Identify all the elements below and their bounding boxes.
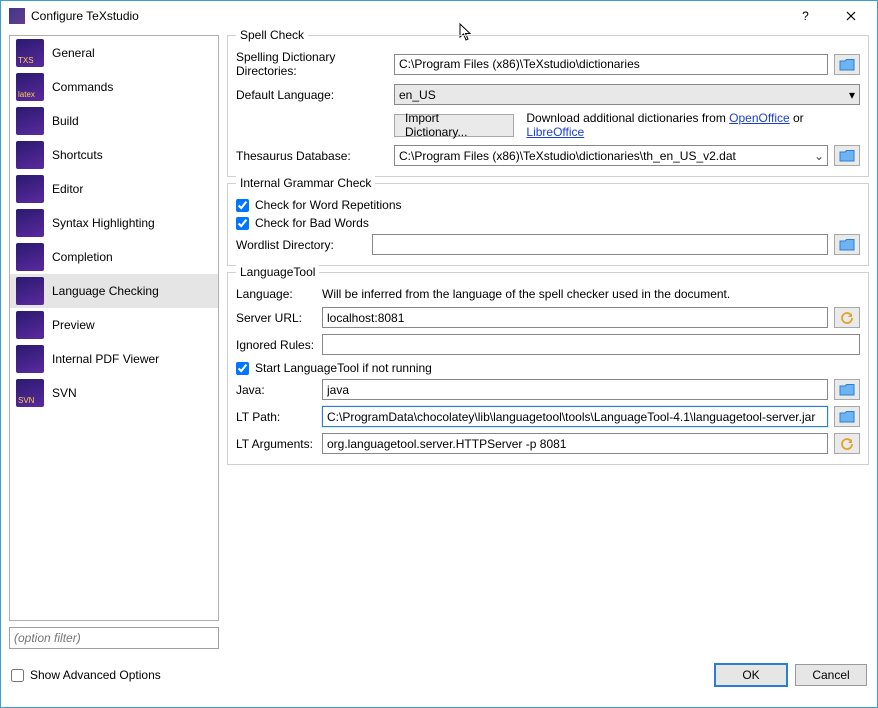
browse-java-button[interactable] [834,379,860,400]
wordlist-dir-label: Wordlist Directory: [236,238,366,252]
cancel-button[interactable]: Cancel [795,664,867,686]
import-dictionary-button[interactable]: Import Dictionary... [394,114,514,137]
build-icon [16,107,44,135]
help-button[interactable]: ? [783,2,828,30]
sidebar-item-label: General [52,46,95,60]
start-languagetool-input[interactable] [236,362,249,375]
check-bad-words-input[interactable] [236,217,249,230]
default-language-select[interactable]: en_US ▾ [394,84,860,105]
download-dictionaries-text: Download additional dictionaries from Op… [526,111,860,139]
ignored-rules-input[interactable] [322,334,860,355]
sidebar-item-label: Shortcuts [52,148,103,162]
libreoffice-link[interactable]: LibreOffice [526,125,584,139]
svn-icon: SVN [16,379,44,407]
shortcuts-icon [16,141,44,169]
language-checking-icon [16,277,44,305]
sidebar-item-commands[interactable]: latex Commands [10,70,218,104]
sidebar-item-general[interactable]: TXS General [10,36,218,70]
completion-icon [16,243,44,271]
check-bad-words-checkbox[interactable]: Check for Bad Words [236,216,860,230]
sidebar-item-label: Syntax Highlighting [52,216,155,230]
show-advanced-options-checkbox[interactable]: Show Advanced Options [11,668,161,682]
sidebar-item-label: Internal PDF Viewer [52,352,159,366]
thesaurus-combobox[interactable]: ⌄ [394,145,828,166]
sidebar-item-label: Preview [52,318,95,332]
browse-spelling-dir-button[interactable] [834,54,860,75]
dialog-footer: Show Advanced Options OK Cancel [1,653,877,697]
preview-icon [16,311,44,339]
browse-lt-path-button[interactable] [834,406,860,427]
sidebar-item-internal-pdf-viewer[interactable]: Internal PDF Viewer [10,342,218,376]
ignored-rules-label: Ignored Rules: [236,338,316,352]
category-list[interactable]: TXS General latex Commands Build Shortcuts… [9,35,219,621]
reset-server-url-button[interactable] [834,307,860,328]
check-word-repetitions-checkbox[interactable]: Check for Word Repetitions [236,198,860,212]
window-title: Configure TeXstudio [31,9,139,23]
spellcheck-group: Spell Check Spelling Dictionary Director… [227,35,869,177]
sidebar-item-label: Language Checking [52,284,159,298]
sidebar-item-editor[interactable]: Editor [10,172,218,206]
editor-icon [16,175,44,203]
sidebar-item-label: SVN [52,386,77,400]
pdf-viewer-icon [16,345,44,373]
browse-thesaurus-button[interactable] [834,145,860,166]
group-title: LanguageTool [236,265,319,279]
group-title: Spell Check [236,28,308,42]
wordlist-dir-input[interactable] [372,234,828,255]
sidebar-item-completion[interactable]: Completion [10,240,218,274]
sidebar-item-language-checking[interactable]: Language Checking [10,274,218,308]
lt-arguments-label: LT Arguments: [236,437,316,451]
group-title: Internal Grammar Check [236,176,375,190]
server-url-input[interactable] [322,307,828,328]
sidebar-item-label: Completion [52,250,113,264]
spelling-dir-input[interactable] [394,54,828,75]
openoffice-link[interactable]: OpenOffice [729,111,789,125]
sidebar-item-label: Editor [52,182,83,196]
lt-path-input[interactable] [322,406,828,427]
browse-wordlist-button[interactable] [834,234,860,255]
server-url-label: Server URL: [236,311,316,325]
titlebar: Configure TeXstudio ? [1,1,877,31]
ok-button[interactable]: OK [715,664,787,686]
thesaurus-label: Thesaurus Database: [236,149,388,163]
chevron-down-icon: ▾ [849,88,855,102]
java-label: Java: [236,383,316,397]
sidebar-item-label: Commands [52,80,113,94]
sidebar-item-preview[interactable]: Preview [10,308,218,342]
grammar-group: Internal Grammar Check Check for Word Re… [227,183,869,266]
lt-language-text: Will be inferred from the language of th… [322,287,730,301]
app-icon [9,8,25,24]
default-language-label: Default Language: [236,88,388,102]
lt-path-label: LT Path: [236,410,316,424]
lt-arguments-input[interactable] [322,433,828,454]
languagetool-group: LanguageTool Language: Will be inferred … [227,272,869,465]
sidebar-item-build[interactable]: Build [10,104,218,138]
show-advanced-options-input[interactable] [11,669,24,682]
default-language-value: en_US [399,88,436,102]
syntax-icon [16,209,44,237]
commands-icon: latex [16,73,44,101]
sidebar-item-shortcuts[interactable]: Shortcuts [10,138,218,172]
start-languagetool-checkbox[interactable]: Start LanguageTool if not running [236,361,860,375]
spelling-dir-label: Spelling Dictionary Directories: [236,50,388,78]
sidebar-item-label: Build [52,114,79,128]
lt-language-label: Language: [236,287,316,301]
close-button[interactable] [828,2,873,30]
option-filter-input[interactable] [9,627,219,649]
chevron-down-icon[interactable]: ⌄ [811,149,827,163]
general-icon: TXS [16,39,44,67]
sidebar-item-syntax-highlighting[interactable]: Syntax Highlighting [10,206,218,240]
thesaurus-input[interactable] [395,146,811,165]
sidebar-item-svn[interactable]: SVN SVN [10,376,218,410]
java-input[interactable] [322,379,828,400]
reset-lt-arguments-button[interactable] [834,433,860,454]
check-word-repetitions-input[interactable] [236,199,249,212]
